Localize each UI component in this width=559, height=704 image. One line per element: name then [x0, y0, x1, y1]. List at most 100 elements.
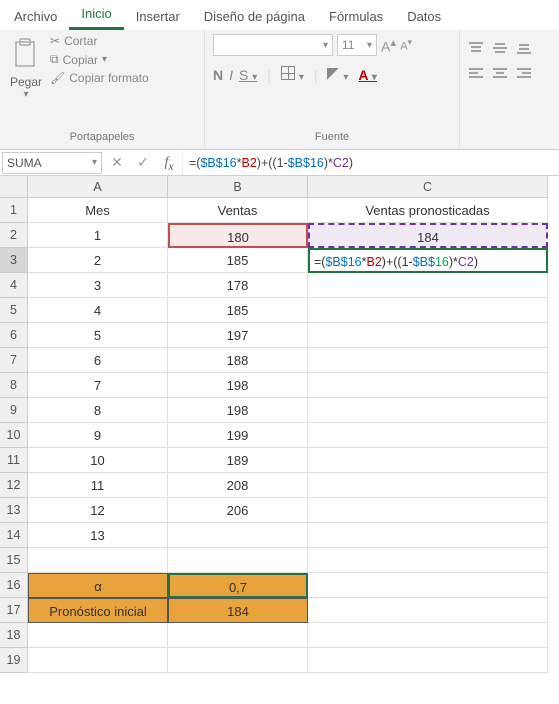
format-painter-button[interactable]: 🖌Copiar formato	[50, 71, 149, 85]
name-box[interactable]: SUMA▾	[2, 152, 102, 174]
tab-archivo[interactable]: Archivo	[2, 3, 69, 30]
cell-B11[interactable]: 189	[168, 448, 308, 473]
row-header-12[interactable]: 12	[0, 473, 28, 498]
formula-input[interactable]: =($B$16*B2)+((1-$B$16)*C2)	[182, 150, 559, 175]
cell-B14[interactable]	[168, 523, 308, 548]
cell-A19[interactable]	[28, 648, 168, 673]
borders-button[interactable]: ▾	[281, 66, 304, 83]
cell-B2[interactable]: 180	[168, 223, 308, 248]
fill-color-button[interactable]: ▾	[327, 67, 348, 83]
row-header-18[interactable]: 18	[0, 623, 28, 648]
cell-B12[interactable]: 208	[168, 473, 308, 498]
cell-C7[interactable]	[308, 348, 548, 373]
column-header-A[interactable]: A	[28, 176, 168, 198]
align-bottom-button[interactable]	[516, 42, 532, 57]
cell-B19[interactable]	[168, 648, 308, 673]
cell-A4[interactable]: 3	[28, 273, 168, 298]
fx-button[interactable]: fx	[156, 153, 182, 173]
cell-A11[interactable]: 10	[28, 448, 168, 473]
cell-B8[interactable]: 198	[168, 373, 308, 398]
cell-C2[interactable]: 184	[308, 223, 548, 248]
cell-A17[interactable]: Pronóstico inicial	[28, 598, 168, 623]
row-header-19[interactable]: 19	[0, 648, 28, 673]
row-header-14[interactable]: 14	[0, 523, 28, 548]
tab-datos[interactable]: Datos	[395, 3, 453, 30]
row-header-15[interactable]: 15	[0, 548, 28, 573]
decrease-font-button[interactable]: A▾	[400, 37, 412, 53]
cell-B13[interactable]: 206	[168, 498, 308, 523]
cell-B7[interactable]: 188	[168, 348, 308, 373]
align-left-button[interactable]	[468, 67, 484, 82]
tab-diseño-de-página[interactable]: Diseño de página	[192, 3, 317, 30]
cell-A8[interactable]: 7	[28, 373, 168, 398]
cell-A12[interactable]: 11	[28, 473, 168, 498]
row-header-4[interactable]: 4	[0, 273, 28, 298]
align-top-button[interactable]	[468, 42, 484, 57]
cell-A13[interactable]: 12	[28, 498, 168, 523]
row-header-7[interactable]: 7	[0, 348, 28, 373]
cell-B1[interactable]: Ventas	[168, 198, 308, 223]
cell-A1[interactable]: Mes	[28, 198, 168, 223]
column-header-C[interactable]: C	[308, 176, 548, 198]
row-header-1[interactable]: 1	[0, 198, 28, 223]
cell-B16[interactable]: 0,7	[168, 573, 308, 598]
cell-C12[interactable]	[308, 473, 548, 498]
cell-C18[interactable]	[308, 623, 548, 648]
cell-C3[interactable]: =($B$16*B2)+((1-$B$16)*C2)	[308, 248, 548, 273]
cell-A10[interactable]: 9	[28, 423, 168, 448]
select-all-corner[interactable]	[0, 176, 28, 198]
align-right-button[interactable]	[516, 67, 532, 82]
row-header-11[interactable]: 11	[0, 448, 28, 473]
italic-button[interactable]: I	[229, 67, 233, 83]
cell-B5[interactable]: 185	[168, 298, 308, 323]
row-header-10[interactable]: 10	[0, 423, 28, 448]
row-header-6[interactable]: 6	[0, 323, 28, 348]
cell-A5[interactable]: 4	[28, 298, 168, 323]
cell-A3[interactable]: 2	[28, 248, 168, 273]
cancel-formula-button[interactable]: ✕	[104, 154, 130, 171]
column-header-B[interactable]: B	[168, 176, 308, 198]
cell-C5[interactable]	[308, 298, 548, 323]
row-header-13[interactable]: 13	[0, 498, 28, 523]
cut-button[interactable]: ✂Cortar	[50, 34, 149, 48]
cell-A18[interactable]	[28, 623, 168, 648]
tab-inicio[interactable]: Inicio	[69, 0, 123, 30]
cell-C6[interactable]	[308, 323, 548, 348]
row-header-16[interactable]: 16	[0, 573, 28, 598]
font-color-button[interactable]: A ▾	[358, 67, 377, 83]
cell-B15[interactable]	[168, 548, 308, 573]
cell-C4[interactable]	[308, 273, 548, 298]
cell-A2[interactable]: 1	[28, 223, 168, 248]
cell-B10[interactable]: 199	[168, 423, 308, 448]
cell-C17[interactable]	[308, 598, 548, 623]
cell-C15[interactable]	[308, 548, 548, 573]
cell-A14[interactable]: 13	[28, 523, 168, 548]
tab-insertar[interactable]: Insertar	[124, 3, 192, 30]
cell-B18[interactable]	[168, 623, 308, 648]
cell-B9[interactable]: 198	[168, 398, 308, 423]
row-header-2[interactable]: 2	[0, 223, 28, 248]
align-middle-button[interactable]	[492, 42, 508, 57]
cell-C13[interactable]	[308, 498, 548, 523]
paste-button[interactable]: Pegar ▾	[8, 34, 44, 104]
row-header-5[interactable]: 5	[0, 298, 28, 323]
cell-B4[interactable]: 178	[168, 273, 308, 298]
cell-A9[interactable]: 8	[28, 398, 168, 423]
bold-button[interactable]: N	[213, 67, 223, 83]
cell-B3[interactable]: 185	[168, 248, 308, 273]
cell-C1[interactable]: Ventas pronosticadas	[308, 198, 548, 223]
row-header-8[interactable]: 8	[0, 373, 28, 398]
row-header-17[interactable]: 17	[0, 598, 28, 623]
cell-C14[interactable]	[308, 523, 548, 548]
accept-formula-button[interactable]: ✓	[130, 154, 156, 171]
cell-B17[interactable]: 184	[168, 598, 308, 623]
cell-A15[interactable]	[28, 548, 168, 573]
tab-fórmulas[interactable]: Fórmulas	[317, 3, 395, 30]
row-header-3[interactable]: 3	[0, 248, 28, 273]
row-header-9[interactable]: 9	[0, 398, 28, 423]
copy-button[interactable]: ⧉Copiar ▾	[50, 52, 149, 67]
align-center-button[interactable]	[492, 67, 508, 82]
cell-A7[interactable]: 6	[28, 348, 168, 373]
cell-C8[interactable]	[308, 373, 548, 398]
cell-C9[interactable]	[308, 398, 548, 423]
